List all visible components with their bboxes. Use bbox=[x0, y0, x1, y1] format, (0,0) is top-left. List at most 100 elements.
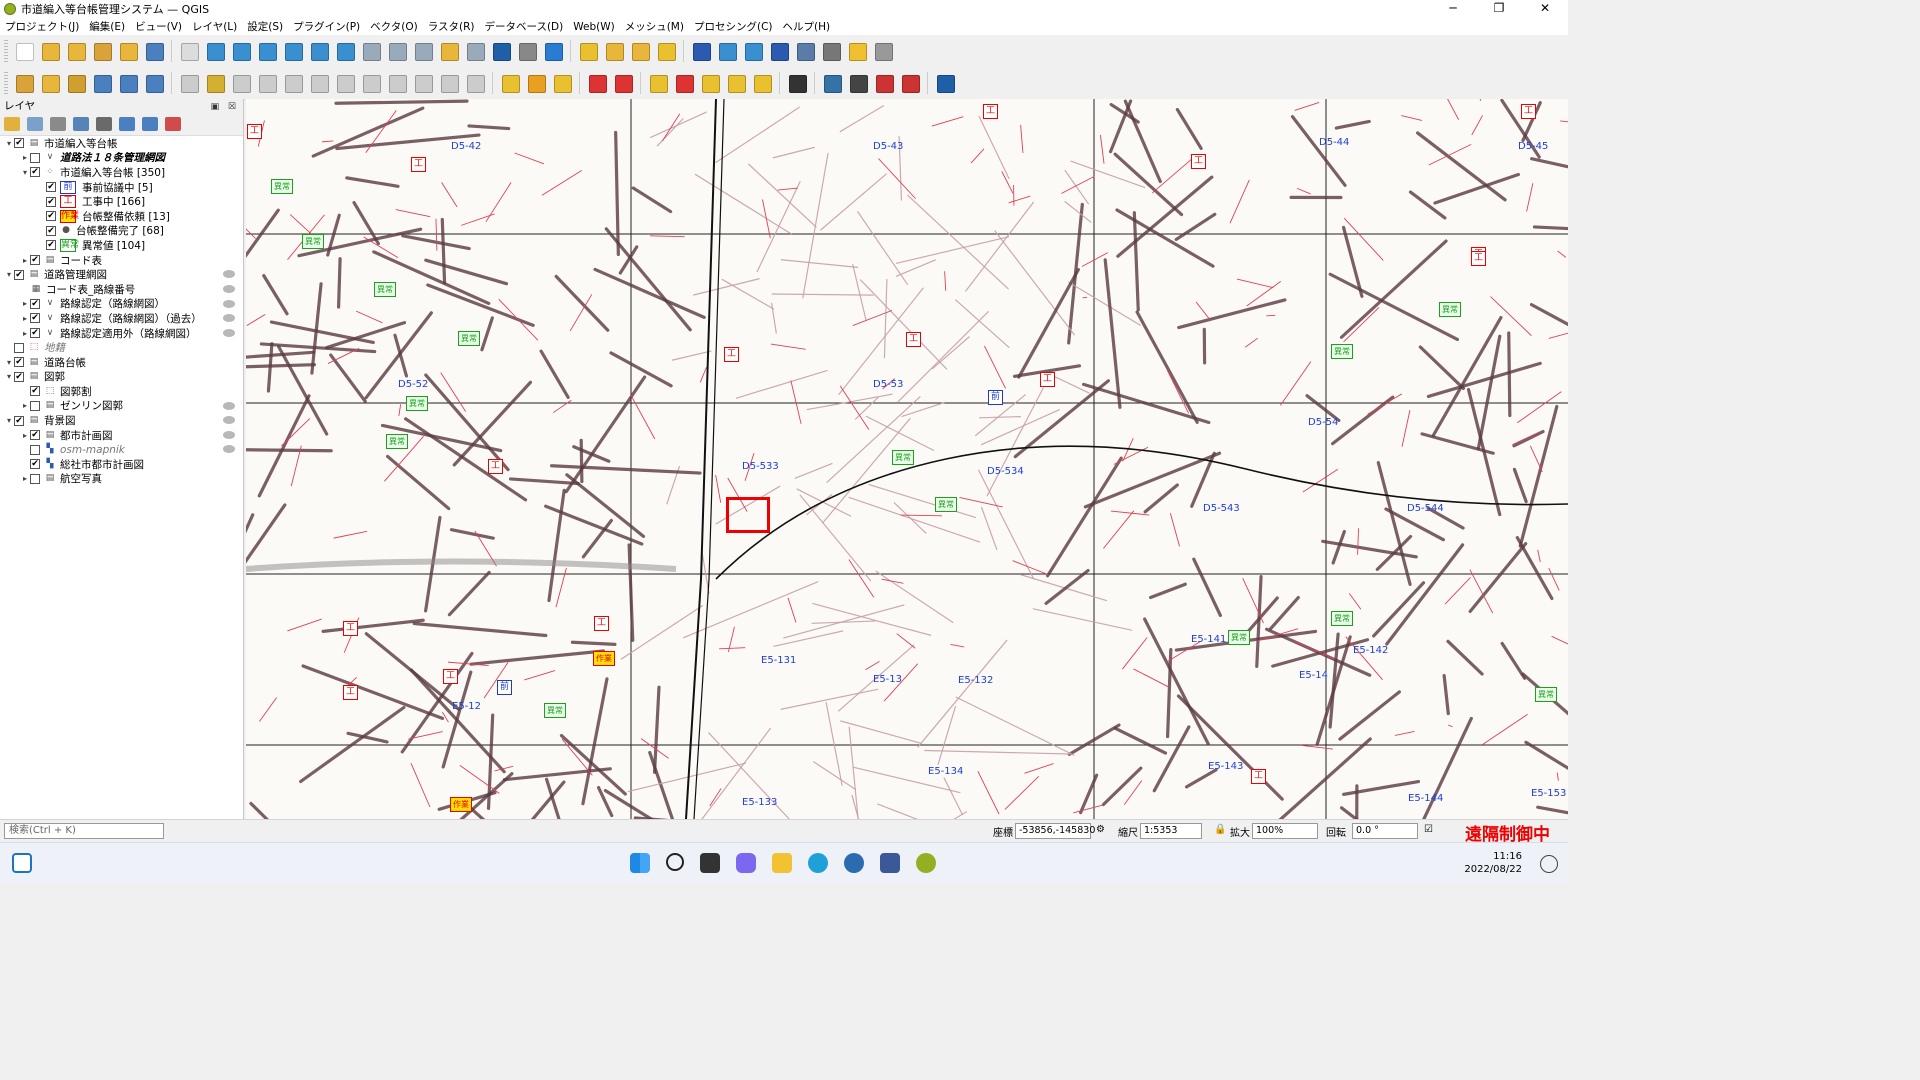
anomaly-marker[interactable]: 異常 bbox=[1331, 344, 1353, 359]
menu-item[interactable]: データベース(D) bbox=[479, 19, 568, 34]
scale-field[interactable]: 1:5353 bbox=[1140, 823, 1202, 839]
layer-tree-item[interactable]: ✔ ▚ 総社市都市計画図 bbox=[0, 457, 243, 472]
construction-marker[interactable]: 工 bbox=[343, 621, 358, 636]
nav-tool-14-icon[interactable] bbox=[360, 40, 382, 62]
construction-marker[interactable]: 工 bbox=[983, 104, 998, 119]
edit-tool-20-icon[interactable] bbox=[499, 72, 521, 94]
construction-marker[interactable]: 工 bbox=[247, 124, 262, 139]
maximize-button[interactable]: ❐ bbox=[1476, 0, 1522, 18]
layer-visibility-checkbox[interactable] bbox=[14, 342, 24, 353]
nav-tool-10-icon[interactable] bbox=[256, 40, 278, 62]
menu-item[interactable]: 編集(E) bbox=[84, 19, 130, 34]
layer-visibility-checkbox[interactable]: ✔ bbox=[46, 225, 56, 236]
layer-eye-icon[interactable] bbox=[223, 445, 235, 454]
nav-tool-1-icon[interactable] bbox=[39, 40, 61, 62]
nav-tool-3-icon[interactable] bbox=[91, 40, 113, 62]
notification-icon[interactable] bbox=[1540, 855, 1558, 873]
menu-item[interactable]: ヘルプ(H) bbox=[778, 19, 836, 34]
layer-visibility-checkbox[interactable]: ✔ bbox=[30, 255, 40, 266]
layer-visibility-checkbox[interactable]: ✔ bbox=[14, 415, 24, 426]
layer-eye-icon[interactable] bbox=[223, 328, 235, 337]
layer-eye-icon[interactable] bbox=[223, 430, 235, 439]
layer-visibility-checkbox[interactable]: ✔ bbox=[30, 430, 40, 441]
construction-marker[interactable]: 工 bbox=[488, 459, 503, 474]
layer-visibility-checkbox[interactable]: ✔ bbox=[30, 298, 40, 309]
edit-tool-14-icon[interactable] bbox=[360, 72, 382, 94]
nav-tool-16-icon[interactable] bbox=[412, 40, 434, 62]
locator-search-input[interactable]: 検索(Ctrl + K) bbox=[4, 823, 164, 839]
layer-visibility-checkbox[interactable]: ✔ bbox=[46, 196, 56, 207]
layer-eye-icon[interactable] bbox=[223, 284, 235, 293]
layer-visibility-checkbox[interactable] bbox=[30, 473, 40, 484]
layer-visibility-checkbox[interactable]: ✔ bbox=[14, 371, 24, 382]
nav-tool-20-icon[interactable] bbox=[516, 40, 538, 62]
layer-tree-item[interactable]: ▸ ▤ ゼンリン図郭 bbox=[0, 399, 243, 414]
layer-tree-item[interactable]: ▸ ✔ ▤ 都市計画図 bbox=[0, 428, 243, 443]
edit-tool-15-icon[interactable] bbox=[386, 72, 408, 94]
edit-tool-4-icon[interactable] bbox=[117, 72, 139, 94]
layer-tree-item[interactable]: ✔ 異常 異常値 [104] bbox=[0, 238, 243, 253]
construction-marker[interactable]: 工 bbox=[1191, 154, 1206, 169]
rotation-field[interactable]: 0.0 ° bbox=[1352, 823, 1418, 839]
nav-tool-23-icon[interactable] bbox=[577, 40, 599, 62]
edit-tool-37-icon[interactable] bbox=[873, 72, 895, 94]
anomaly-marker[interactable]: 異常 bbox=[892, 450, 914, 465]
nav-tool-15-icon[interactable] bbox=[386, 40, 408, 62]
menu-item[interactable]: プラグイン(P) bbox=[288, 19, 365, 34]
construction-marker[interactable]: 工 bbox=[443, 669, 458, 684]
expand-arrow-icon[interactable]: ▾ bbox=[4, 270, 14, 279]
nav-tool-0-icon[interactable] bbox=[13, 40, 35, 62]
edit-tool-13-icon[interactable] bbox=[334, 72, 356, 94]
construction-marker[interactable]: 工 bbox=[906, 332, 921, 347]
anomaly-marker[interactable]: 異常 bbox=[458, 331, 480, 346]
layer-visibility-checkbox[interactable] bbox=[30, 152, 40, 163]
anomaly-marker[interactable]: 異常 bbox=[544, 703, 566, 718]
construction-marker[interactable]: 工 bbox=[1471, 251, 1486, 266]
layer-visibility-checkbox[interactable]: ✔ bbox=[30, 328, 40, 339]
construction-marker[interactable]: 工 bbox=[594, 616, 609, 631]
anomaly-marker[interactable]: 異常 bbox=[1331, 611, 1353, 626]
map-canvas[interactable]: D5-42 D5-43 D5-44 D5-45 D5-52 D5-53 D5-533 D5-5… bbox=[246, 99, 1568, 819]
nav-tool-32-icon[interactable] bbox=[794, 40, 816, 62]
nav-tool-9-icon[interactable] bbox=[230, 40, 252, 62]
construction-marker[interactable]: 工 bbox=[1040, 372, 1055, 387]
expand-arrow-icon[interactable]: ▾ bbox=[4, 358, 14, 367]
anomaly-marker[interactable]: 異常 bbox=[935, 497, 957, 512]
menu-item[interactable]: プロジェクト(J) bbox=[0, 19, 84, 34]
layer-visibility-checkbox[interactable]: ✔ bbox=[46, 240, 56, 251]
layer-visibility-checkbox[interactable]: ✔ bbox=[46, 211, 56, 222]
layer-tree-item[interactable]: ▾ ✔ ▤ 背景図 bbox=[0, 413, 243, 428]
layer-tree-item[interactable]: ✔ ● 台帳整備完了 [68] bbox=[0, 224, 243, 239]
edit-tool-40-icon[interactable] bbox=[934, 72, 956, 94]
layer-eye-icon[interactable] bbox=[223, 401, 235, 410]
expand-arrow-icon[interactable]: ▸ bbox=[20, 431, 30, 440]
layer-visibility-checkbox[interactable]: ✔ bbox=[14, 138, 24, 149]
nav-tool-11-icon[interactable] bbox=[282, 40, 304, 62]
nav-tool-8-icon[interactable] bbox=[204, 40, 226, 62]
menu-item[interactable]: Web(W) bbox=[568, 21, 619, 33]
layer-tree-item[interactable]: ▸ ✔ ∨ 路線認定（路線網図）（過去） bbox=[0, 311, 243, 326]
layer-visibility-checkbox[interactable]: ✔ bbox=[30, 459, 40, 470]
nav-tool-7-icon[interactable] bbox=[178, 40, 200, 62]
anomaly-marker[interactable]: 異常 bbox=[1535, 687, 1557, 702]
layer-eye-icon[interactable] bbox=[223, 299, 235, 308]
remote-app-icon[interactable] bbox=[880, 853, 900, 873]
minimize-button[interactable]: ─ bbox=[1430, 0, 1476, 18]
expression-filter-icon[interactable] bbox=[96, 117, 112, 131]
construction-marker[interactable]: 工 bbox=[1521, 104, 1536, 119]
layer-tree-item[interactable]: ✔ 前事前協議中 [5] bbox=[0, 180, 243, 195]
close-button[interactable]: ✕ bbox=[1522, 0, 1568, 18]
panel-float-close-icon[interactable]: ▣ ☒ bbox=[211, 100, 239, 114]
expand-arrow-icon[interactable]: ▸ bbox=[20, 401, 30, 410]
edit-tool-29-icon[interactable] bbox=[699, 72, 721, 94]
nav-tool-13-icon[interactable] bbox=[334, 40, 356, 62]
layer-visibility-checkbox[interactable]: ✔ bbox=[30, 313, 40, 324]
menu-item[interactable]: 設定(S) bbox=[242, 19, 288, 34]
edit-tool-12-icon[interactable] bbox=[308, 72, 330, 94]
edit-tool-17-icon[interactable] bbox=[438, 72, 460, 94]
edit-tool-38-icon[interactable] bbox=[899, 72, 921, 94]
layer-eye-icon[interactable] bbox=[223, 270, 235, 279]
construction-marker[interactable]: 工 bbox=[343, 685, 358, 700]
task-view-icon[interactable] bbox=[700, 853, 720, 873]
work-request-marker[interactable]: 作業 bbox=[593, 651, 615, 666]
